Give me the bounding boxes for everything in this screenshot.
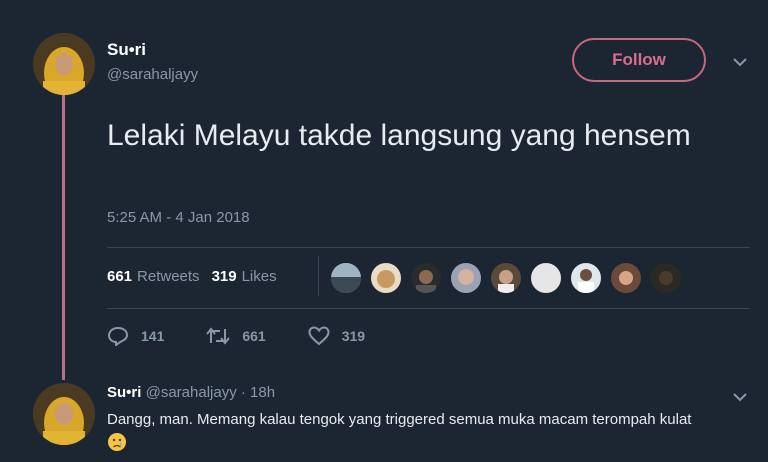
liker-avatar[interactable] — [330, 262, 362, 294]
divider — [107, 247, 750, 248]
thread-line — [62, 95, 65, 380]
reply-header: Su•ri @sarahaljayy · 18h — [107, 384, 275, 401]
likes-count[interactable]: 319 — [212, 268, 237, 285]
liker-avatar[interactable] — [450, 262, 482, 294]
liker-avatar[interactable] — [650, 262, 682, 294]
like-button[interactable]: 319 — [308, 326, 365, 346]
liker-avatar[interactable] — [610, 262, 642, 294]
chevron-down-icon[interactable] — [732, 54, 748, 72]
reply-text-block: Dangg, man. Memang kalau tengok yang tri… — [107, 408, 697, 456]
heart-icon — [308, 326, 330, 346]
liker-avatars — [330, 262, 690, 294]
liker-avatar[interactable] — [530, 262, 562, 294]
crying-face-icon — [108, 433, 126, 451]
liker-avatar[interactable] — [490, 262, 522, 294]
liker-avatar[interactable] — [570, 262, 602, 294]
author-name[interactable]: Su•ri — [107, 40, 146, 60]
reply-avatar[interactable] — [33, 383, 95, 445]
avatar[interactable] — [33, 33, 95, 95]
liker-avatar[interactable] — [370, 262, 402, 294]
like-count: 319 — [341, 328, 366, 344]
reply-count: 141 — [141, 328, 165, 344]
follow-button[interactable]: Follow — [572, 38, 706, 82]
reply-time[interactable]: · 18h — [241, 384, 275, 401]
retweet-icon — [206, 327, 231, 345]
retweet-button[interactable]: 661 — [206, 327, 266, 345]
reply-icon — [107, 326, 129, 346]
engagement-stats: 661 Retweets 319 Likes — [107, 268, 289, 285]
likes-label[interactable]: Likes — [242, 268, 277, 285]
divider — [107, 308, 750, 309]
reply-author-handle[interactable]: @sarahaljayy — [146, 384, 237, 401]
reply-text: Dangg, man. Memang kalau tengok yang tri… — [107, 411, 692, 428]
retweets-count[interactable]: 661 — [107, 268, 132, 285]
chevron-down-icon[interactable] — [732, 389, 748, 407]
tweet-timestamp[interactable]: 5:25 AM - 4 Jan 2018 — [107, 209, 250, 226]
tweet-text: Lelaki Melayu takde langsung yang hensem — [107, 119, 691, 152]
stats-separator — [318, 256, 319, 296]
liker-avatar[interactable] — [410, 262, 442, 294]
tweet-actions: 141 661 319 — [107, 326, 407, 346]
author-handle[interactable]: @sarahaljayy — [107, 66, 198, 83]
retweet-count: 661 — [242, 328, 266, 344]
reply-author-name[interactable]: Su•ri — [107, 384, 141, 401]
reply-button[interactable]: 141 — [107, 326, 164, 346]
retweets-label[interactable]: Retweets — [137, 268, 200, 285]
